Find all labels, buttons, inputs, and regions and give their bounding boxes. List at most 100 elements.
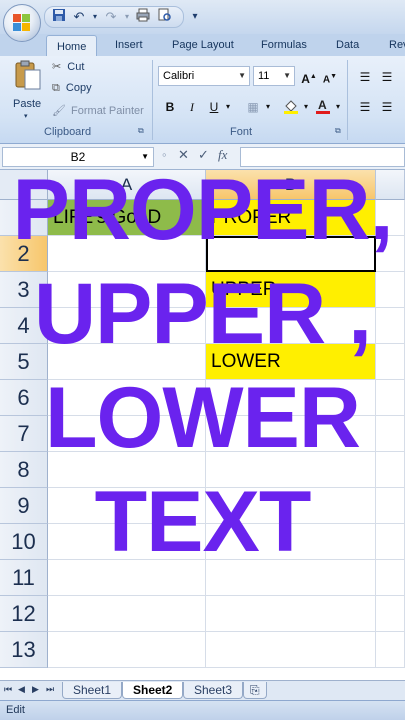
borders-dropdown-icon[interactable]: ▾ bbox=[262, 96, 274, 116]
cell-b11[interactable] bbox=[206, 560, 376, 596]
row-header[interactable]: 7 bbox=[0, 416, 48, 452]
cell-a3[interactable] bbox=[48, 272, 206, 308]
cell-c9[interactable] bbox=[376, 488, 405, 524]
drag-handle-icon[interactable]: ◦ bbox=[162, 147, 167, 162]
tab-data[interactable]: Data bbox=[336, 34, 359, 56]
print-icon[interactable] bbox=[134, 8, 152, 26]
cell-c12[interactable] bbox=[376, 596, 405, 632]
sheet-tab-2[interactable]: Sheet2 bbox=[122, 682, 184, 699]
prev-sheet-icon[interactable]: ◀ bbox=[18, 684, 25, 695]
cell-c2[interactable] bbox=[376, 236, 405, 272]
fill-color-dropdown-icon[interactable]: ▾ bbox=[300, 96, 312, 116]
cell-b13[interactable] bbox=[206, 632, 376, 668]
last-sheet-icon[interactable]: ⏭ bbox=[46, 684, 54, 695]
cell-c10[interactable] bbox=[376, 524, 405, 560]
row-header[interactable]: 11 bbox=[0, 560, 48, 596]
cell-c7[interactable] bbox=[376, 416, 405, 452]
cell-a12[interactable] bbox=[48, 596, 206, 632]
font-size-select[interactable]: 11 ▼ bbox=[253, 66, 295, 86]
select-all-corner[interactable] bbox=[0, 170, 48, 200]
fill-color-icon[interactable] bbox=[281, 96, 301, 116]
office-button[interactable] bbox=[3, 4, 41, 42]
underline-dropdown-icon[interactable]: ▾ bbox=[222, 96, 234, 116]
cell-a11[interactable] bbox=[48, 560, 206, 596]
row-header[interactable]: 13 bbox=[0, 632, 48, 668]
cell-a7[interactable] bbox=[48, 416, 206, 452]
column-header-c[interactable] bbox=[376, 170, 405, 200]
column-header-a[interactable]: A bbox=[48, 170, 206, 200]
formula-input[interactable] bbox=[240, 147, 405, 167]
row-header[interactable]: 10 bbox=[0, 524, 48, 560]
cell-a10[interactable] bbox=[48, 524, 206, 560]
row-header[interactable]: 9 bbox=[0, 488, 48, 524]
row-header[interactable]: 5 bbox=[0, 344, 48, 380]
cancel-icon[interactable]: ✕ bbox=[178, 147, 189, 163]
insert-function-icon[interactable]: fx bbox=[218, 147, 227, 163]
customize-toolbar-icon[interactable]: ▾ bbox=[186, 8, 204, 26]
row-header[interactable]: 1 bbox=[0, 200, 48, 236]
align-middle-icon[interactable]: ☰ bbox=[377, 66, 397, 86]
cell-c1[interactable] bbox=[376, 200, 405, 236]
cell-b1[interactable]: PROPER bbox=[206, 200, 376, 236]
insert-sheet-button[interactable]: ⎘ bbox=[243, 682, 267, 699]
tab-insert[interactable]: Insert bbox=[115, 34, 143, 56]
cell-b6[interactable] bbox=[206, 380, 376, 416]
sheet-tab-1[interactable]: Sheet1 bbox=[62, 682, 123, 699]
column-header-b[interactable]: B bbox=[206, 170, 376, 200]
cell-a9[interactable] bbox=[48, 488, 206, 524]
row-header[interactable]: 3 bbox=[0, 272, 48, 308]
cell-c8[interactable] bbox=[376, 452, 405, 488]
row-header[interactable]: 6 bbox=[0, 380, 48, 416]
grow-font-icon[interactable]: A▲ bbox=[299, 66, 319, 86]
clipboard-launcher-icon[interactable]: ⧉ bbox=[138, 126, 144, 136]
cell-b4[interactable] bbox=[206, 308, 376, 344]
tab-formulas[interactable]: Formulas bbox=[261, 34, 307, 56]
tab-page-layout[interactable]: Page Layout bbox=[172, 34, 234, 56]
font-color-dropdown-icon[interactable]: ▾ bbox=[332, 96, 344, 116]
tab-review[interactable]: Revi bbox=[389, 34, 405, 56]
tab-home[interactable]: Home bbox=[46, 35, 98, 57]
cell-b8[interactable] bbox=[206, 452, 376, 488]
cell-b5[interactable]: LOWER bbox=[206, 344, 376, 380]
align-top-icon[interactable]: ☰ bbox=[355, 66, 375, 86]
cell-a6[interactable] bbox=[48, 380, 206, 416]
save-icon[interactable] bbox=[50, 8, 68, 26]
cell-b7[interactable] bbox=[206, 416, 376, 452]
cell-b10[interactable] bbox=[206, 524, 376, 560]
row-header[interactable]: 2 bbox=[0, 236, 48, 272]
cell-b9[interactable] bbox=[206, 488, 376, 524]
underline-icon[interactable]: U bbox=[204, 96, 224, 116]
cell-c4[interactable] bbox=[376, 308, 405, 344]
font-color-icon[interactable]: A bbox=[313, 96, 333, 116]
cell-a5[interactable] bbox=[48, 344, 206, 380]
cell-a8[interactable] bbox=[48, 452, 206, 488]
cell-b12[interactable] bbox=[206, 596, 376, 632]
cell-b2-active[interactable] bbox=[206, 236, 376, 272]
paste-button[interactable]: Paste ▾ bbox=[12, 60, 44, 120]
format-painter-button[interactable]: 🖌 Format Painter bbox=[52, 104, 144, 122]
borders-icon[interactable]: ▦ bbox=[243, 96, 263, 116]
bold-icon[interactable]: B bbox=[160, 96, 180, 116]
name-box[interactable]: B2 ▼ bbox=[2, 147, 154, 167]
cell-a2[interactable] bbox=[48, 236, 206, 272]
sheet-tab-3[interactable]: Sheet3 bbox=[183, 682, 244, 699]
row-header[interactable]: 12 bbox=[0, 596, 48, 632]
cell-a4[interactable] bbox=[48, 308, 206, 344]
cut-button[interactable]: ✂ Cut bbox=[52, 60, 84, 78]
cell-c6[interactable] bbox=[376, 380, 405, 416]
row-header[interactable]: 4 bbox=[0, 308, 48, 344]
cell-c5[interactable] bbox=[376, 344, 405, 380]
print-preview-icon[interactable] bbox=[156, 8, 174, 26]
cell-a1[interactable]: LIFE's GooD bbox=[48, 200, 206, 236]
cell-b3[interactable]: UPPER bbox=[206, 272, 376, 308]
shrink-font-icon[interactable]: A▼ bbox=[320, 66, 340, 86]
cell-a13[interactable] bbox=[48, 632, 206, 668]
next-sheet-icon[interactable]: ▶ bbox=[32, 684, 39, 695]
cell-c3[interactable] bbox=[376, 272, 405, 308]
font-name-select[interactable]: Calibri ▼ bbox=[158, 66, 250, 86]
italic-icon[interactable]: I bbox=[182, 96, 202, 116]
enter-icon[interactable]: ✓ bbox=[198, 147, 209, 163]
cell-c11[interactable] bbox=[376, 560, 405, 596]
cell-c13[interactable] bbox=[376, 632, 405, 668]
row-header[interactable]: 8 bbox=[0, 452, 48, 488]
